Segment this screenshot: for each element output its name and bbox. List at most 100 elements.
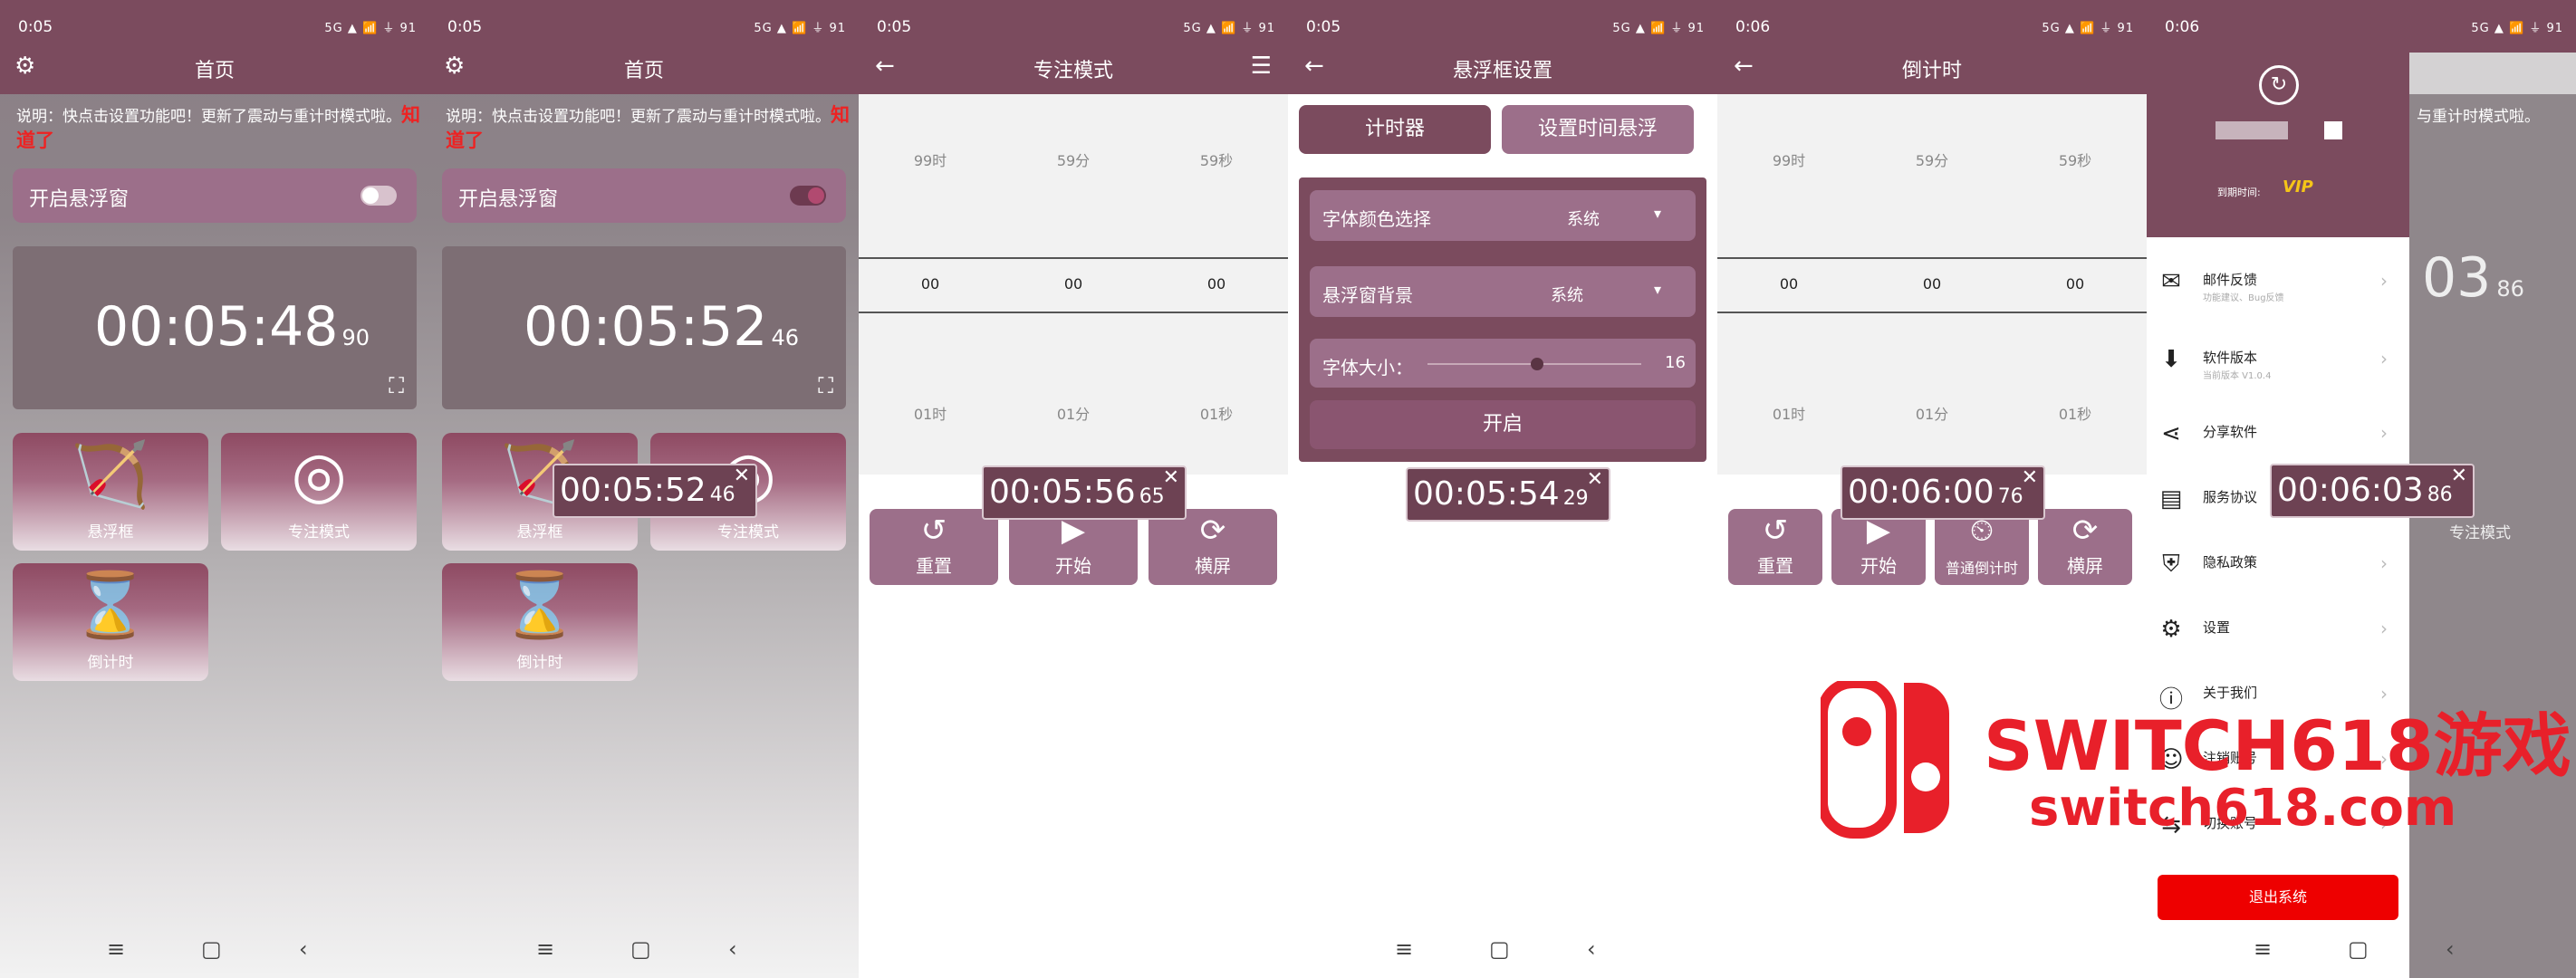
home-nav-icon[interactable]: ▢ — [2348, 936, 2369, 962]
chevron-down-icon[interactable]: ▾ — [1654, 281, 1661, 298]
notice: 说明：快点击设置功能吧！更新了震动与重计时模式啦。知道了 — [16, 103, 420, 154]
screen-drawer: 0:06 5G ▲ 📶 ⏚ 91 与重计时模式啦。 03 86 专注模式 ↻ 到期… — [2147, 0, 2576, 978]
screen-countdown: 0:06 5G ▲ 📶 ⏚ 91 ← 倒计时 99时 59分 59秒 00 00… — [1717, 0, 2147, 978]
font-size-value: 16 — [1665, 353, 1686, 372]
float-window-toggle-row[interactable]: 开启悬浮窗 — [442, 168, 846, 223]
menu-subtitle: 当前版本 V1.0.4 — [2203, 371, 2272, 381]
font-size-slider[interactable] — [1427, 358, 1641, 370]
floating-timer[interactable]: 00:05:54 29 ✕ — [1406, 467, 1610, 522]
close-icon[interactable]: ✕ — [2451, 451, 2467, 502]
tab-timer[interactable]: 计时器 — [1299, 105, 1491, 154]
hamburger-menu-icon[interactable]: ☰ — [1251, 53, 1272, 80]
close-icon[interactable]: ✕ — [1163, 453, 1179, 503]
font-size-row: 字体大小： 16 — [1310, 339, 1696, 388]
switch-knob — [808, 187, 824, 204]
picker-second-selected[interactable]: 00 — [2004, 275, 2147, 292]
clock-ms: 46 — [771, 325, 800, 350]
clock-time: 00:05:52 — [524, 295, 768, 359]
float-window-toggle-row[interactable]: 开启悬浮窗 — [13, 168, 417, 223]
clock-time: 00:05:48 — [94, 295, 339, 359]
menu-nav-icon[interactable]: ≡ — [536, 936, 554, 962]
float-window-switch[interactable] — [360, 186, 397, 206]
reset-button[interactable]: ↺ 重置 — [870, 509, 998, 585]
menu-nav-icon[interactable]: ≡ — [2254, 936, 2272, 962]
menu-item-privacy[interactable]: ⛨ 隐私政策 › — [2147, 534, 2409, 598]
menu-nav-icon[interactable]: ≡ — [1395, 936, 1413, 962]
floating-ms: 86 — [2427, 484, 2453, 506]
home-nav-icon[interactable]: ▢ — [1489, 936, 1510, 962]
chevron-down-icon[interactable]: ▾ — [1654, 205, 1661, 222]
time-picker[interactable]: 99时 59分 59秒 00 00 00 01时 01分 01秒 — [1717, 94, 2147, 475]
status-time: 0:06 — [1735, 18, 1771, 36]
font-color-row[interactable]: 字体颜色选择 系统 ▾ — [1310, 190, 1696, 241]
app-bar: ← 专注模式 ☰ — [859, 40, 1288, 94]
picker-second-below: 01秒 — [1199, 406, 1234, 423]
picker-hour-selected[interactable]: 00 — [859, 275, 1002, 292]
chevron-right-icon: › — [2380, 270, 2388, 292]
menu-nav-icon[interactable]: ≡ — [107, 936, 125, 962]
reset-label: 重置 — [916, 555, 952, 577]
home-nav-icon[interactable]: ▢ — [630, 936, 651, 962]
slider-thumb[interactable] — [1531, 358, 1543, 370]
start-label: 开始 — [1055, 555, 1091, 577]
landscape-button[interactable]: ⟳ 横屏 — [1149, 509, 1277, 585]
picker-minute-above: 59分 — [1056, 152, 1091, 169]
tile-countdown[interactable]: ⌛ 倒计时 — [13, 563, 208, 681]
tab-set-time-float[interactable]: 设置时间悬浮 — [1502, 105, 1694, 154]
picker-minute-selected[interactable]: 00 — [1860, 275, 2004, 292]
bg-clock: 03 86 — [2422, 246, 2524, 310]
menu-title: 软件版本 — [2203, 350, 2258, 366]
back-nav-icon[interactable]: ‹ — [728, 936, 737, 962]
enable-button[interactable]: 开启 — [1310, 400, 1696, 449]
menu-item-email-feedback[interactable]: ✉ 邮件反馈 功能建议、Bug反馈 › — [2147, 252, 2409, 315]
close-icon[interactable]: ✕ — [1587, 455, 1603, 505]
tile-float-box[interactable]: 🏹 悬浮框 — [13, 433, 208, 551]
float-bg-value[interactable]: 系统 — [1551, 283, 1583, 306]
floating-timer[interactable]: 00:05:52 46 ✕ — [553, 464, 757, 518]
close-icon[interactable]: ✕ — [2022, 453, 2038, 503]
tile-label: 倒计时 — [87, 654, 134, 672]
float-window-label: 开启悬浮窗 — [29, 188, 130, 211]
status-icons: 5G ▲ 📶 ⏚ 91 — [1183, 22, 1275, 35]
start-label: 开始 — [1860, 555, 1897, 577]
expiry-label: 到期时间: — [2217, 187, 2261, 198]
menu-item-about[interactable]: ⓘ 关于我们 › — [2147, 665, 2409, 728]
font-color-value[interactable]: 系统 — [1567, 206, 1600, 230]
picker-hour-below: 01时 — [913, 406, 947, 423]
home-nav-icon[interactable]: ▢ — [201, 936, 222, 962]
reset-button[interactable]: ↺ 重置 — [1728, 509, 1822, 585]
picker-second-below: 01秒 — [2058, 406, 2092, 423]
fullscreen-icon[interactable]: ⛶ — [818, 373, 833, 398]
reset-icon: ↺ — [1762, 513, 1789, 549]
system-nav-bar: ≡ ▢ ‹ — [2147, 924, 2576, 978]
back-nav-icon[interactable]: ‹ — [1587, 936, 1596, 962]
dimmed-background[interactable]: 与重计时模式啦。 03 86 专注模式 — [2409, 94, 2576, 978]
landscape-button[interactable]: ⟳ 横屏 — [2038, 509, 2132, 585]
back-nav-icon[interactable]: ‹ — [299, 936, 308, 962]
screen-home-2: 0:05 5G ▲ 📶 ⏚ 91 ⚙ 首页 说明：快点击设置功能吧！更新了震动与… — [429, 0, 859, 978]
picker-second-selected[interactable]: 00 — [1145, 275, 1288, 292]
menu-item-share[interactable]: ⋖ 分享软件 › — [2147, 404, 2409, 467]
menu-item-delete-account[interactable]: ☺ 注销账号 › — [2147, 730, 2409, 793]
logout-button[interactable]: 退出系统 — [2158, 875, 2398, 920]
menu-item-switch-account[interactable]: ⇆ 切换账号 › — [2147, 795, 2409, 858]
bg-notice-text: 与重计时模式啦。 — [2417, 108, 2540, 126]
picker-minute-selected[interactable]: 00 — [1002, 275, 1145, 292]
menu-item-version[interactable]: ⬇ 软件版本 当前版本 V1.0.4 › — [2147, 330, 2409, 393]
close-icon[interactable]: ✕ — [734, 451, 750, 502]
menu-item-settings[interactable]: ⚙ 设置 › — [2147, 599, 2409, 663]
floating-timer[interactable]: 00:06:00 76 ✕ — [1841, 465, 2045, 520]
floating-timer[interactable]: 00:06:03 86 ✕ — [2270, 464, 2475, 518]
time-picker[interactable]: 99时 59分 59秒 00 00 00 01时 01分 01秒 — [859, 94, 1288, 475]
tile-countdown[interactable]: ⌛ 倒计时 — [442, 563, 638, 681]
page-title: 首页 — [623, 60, 664, 82]
chevron-right-icon: › — [2380, 552, 2388, 574]
floating-timer[interactable]: 00:05:56 65 ✕ — [982, 465, 1187, 520]
float-bg-row[interactable]: 悬浮窗背景 系统 ▾ — [1310, 266, 1696, 317]
picker-hour-selected[interactable]: 00 — [1717, 275, 1860, 292]
float-window-switch[interactable] — [790, 186, 826, 206]
tile-focus-mode[interactable]: ◎ 专注模式 — [221, 433, 417, 551]
font-color-label: 字体颜色选择 — [1322, 208, 1431, 230]
back-nav-icon[interactable]: ‹ — [2446, 936, 2455, 962]
fullscreen-icon[interactable]: ⛶ — [389, 373, 404, 398]
